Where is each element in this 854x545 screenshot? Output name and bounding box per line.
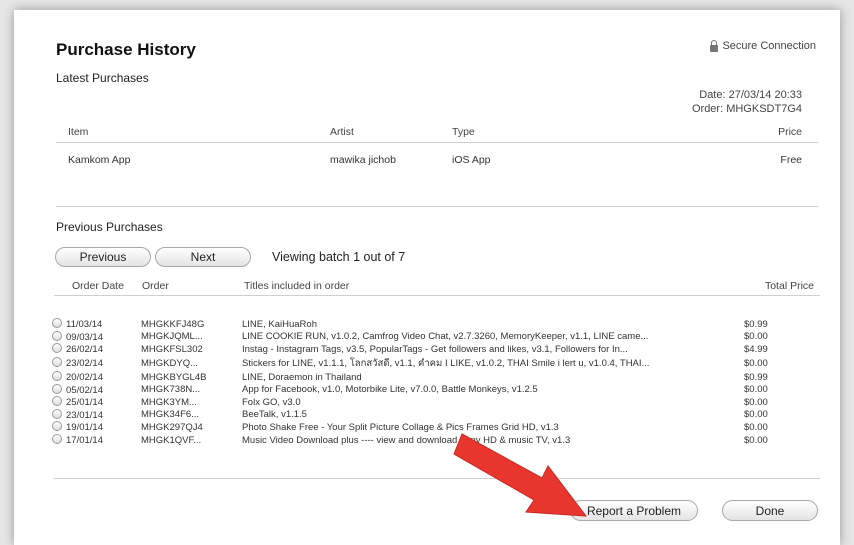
column-artist: Artist — [330, 126, 354, 138]
radio-icon[interactable] — [52, 396, 62, 407]
titles-cell: Folx GO, v3.0 — [242, 396, 301, 408]
page-title: Purchase History — [56, 40, 196, 59]
column-order-date: Order Date — [72, 280, 124, 292]
titles-cell: Stickers for LINE, v1.1.1, โลกสวัสดี, v1… — [242, 357, 650, 369]
total-cell: $0.99 — [744, 371, 768, 383]
table-row[interactable]: 05/02/14 MHGK738N... App for Facebook, v… — [52, 383, 817, 396]
column-titles: Titles included in order — [244, 280, 350, 292]
titles-cell: LINE COOKIE RUN, v1.0.2, Camfrog Video C… — [242, 331, 649, 343]
table-row[interactable]: 23/02/14 MHGKDYQ... Stickers for LINE, v… — [52, 356, 817, 371]
section-divider — [56, 206, 818, 207]
order-date-cell: 23/01/14 — [52, 408, 141, 422]
order-cell: MHGKBYGL4B — [141, 371, 207, 383]
order-cell: MHGKDYQ... — [141, 357, 199, 369]
radio-icon[interactable] — [52, 408, 62, 419]
total-cell: $0.00 — [744, 384, 768, 396]
order-date-cell: 09/03/14 — [52, 330, 141, 344]
total-cell: $0.00 — [744, 409, 768, 421]
arrow-shape — [453, 433, 588, 517]
order-date-cell: 26/02/14 — [52, 343, 141, 356]
done-button[interactable]: Done — [722, 500, 818, 521]
order-date-cell: 11/03/14 — [52, 318, 141, 331]
order-cell: MHGK1QVF... — [141, 434, 202, 446]
latest-artist: mawika jichob — [330, 154, 396, 166]
column-order: Order — [142, 280, 169, 292]
order-cell: MHGK297QJ4 — [141, 421, 203, 433]
order-number: Order: MHGKSDT7G4 — [691, 103, 802, 115]
titles-cell: LINE, Doraemon in Thailand — [242, 371, 362, 383]
purchase-history-window: Purchase History Secure Connection Lates… — [14, 10, 840, 545]
titles-cell: Instag - Instagram Tags, v3.5, PopularTa… — [242, 343, 628, 355]
order-date-cell: 25/01/14 — [52, 396, 141, 409]
total-cell: $0.99 — [744, 318, 768, 330]
order-cell: MHGK34F6... — [141, 409, 200, 421]
titles-cell: BeeTalk, v1.1.5 — [242, 409, 307, 421]
red-arrow-annotation — [453, 433, 588, 517]
radio-icon[interactable] — [52, 343, 62, 354]
column-total-price: Total Price — [764, 280, 814, 292]
order-date-cell: 05/02/14 — [52, 383, 141, 396]
latest-type: iOS App — [452, 154, 491, 166]
column-price: Price — [778, 126, 802, 138]
divider — [54, 478, 820, 479]
table-row[interactable]: 20/02/14 MHGKBYGL4B LINE, Doraemon in Th… — [52, 371, 817, 384]
column-item: Item — [68, 126, 89, 138]
radio-icon[interactable] — [52, 383, 62, 394]
divider — [56, 142, 818, 143]
previous-purchases-heading: Previous Purchases — [56, 220, 163, 234]
radio-icon[interactable] — [52, 357, 62, 368]
table-row[interactable]: 17/01/14 MHGK1QVF... Music Video Downloa… — [52, 434, 817, 447]
total-cell: $0.00 — [744, 434, 768, 446]
order-meta: Date: 27/03/14 20:33 Order: MHGKSDT7G4 — [692, 88, 802, 116]
radio-icon[interactable] — [52, 330, 62, 341]
radio-icon[interactable] — [52, 434, 62, 445]
table-row[interactable]: 11/03/14 MHGKKFJ48G LINE, KaiHuaRoh $0.9… — [52, 318, 817, 331]
table-row[interactable]: 25/01/14 MHGK3YM... Folx GO, v3.0 $0.00 — [52, 396, 817, 409]
titles-cell: LINE, KaiHuaRoh — [242, 318, 317, 330]
order-cell: MHGK3YM... — [141, 396, 197, 408]
column-type: Type — [452, 126, 475, 138]
order-date-cell: 23/02/14 — [52, 356, 141, 371]
total-cell: $4.99 — [744, 343, 768, 355]
total-cell: $0.00 — [744, 331, 768, 343]
table-row[interactable]: 23/01/14 MHGK34F6... BeeTalk, v1.1.5 $0.… — [52, 408, 817, 422]
order-date: Date: 27/03/14 20:33 — [699, 89, 802, 101]
total-cell: $0.00 — [744, 421, 768, 433]
table-row[interactable]: 19/01/14 MHGK297QJ4 Photo Shake Free - Y… — [52, 421, 817, 434]
lock-icon — [710, 39, 719, 52]
order-cell: MHGKKFJ48G — [141, 318, 205, 330]
previous-purchases-table: 11/03/14 MHGKKFJ48G LINE, KaiHuaRoh $0.9… — [52, 318, 817, 446]
latest-price: Free — [780, 154, 802, 166]
total-cell: $0.00 — [744, 357, 768, 369]
radio-icon[interactable] — [52, 371, 62, 382]
order-date-cell: 17/01/14 — [52, 434, 141, 447]
next-button[interactable]: Next — [155, 247, 251, 267]
order-cell: MHGKFSL302 — [141, 343, 203, 355]
table-row[interactable]: 09/03/14 MHGKJQML... LINE COOKIE RUN, v1… — [52, 330, 817, 344]
radio-icon[interactable] — [52, 421, 62, 432]
order-date-cell: 20/02/14 — [52, 371, 141, 384]
previous-button[interactable]: Previous — [55, 247, 151, 267]
order-date-cell: 19/01/14 — [52, 421, 141, 434]
latest-item: Kamkom App — [68, 154, 131, 166]
order-cell: MHGKJQML... — [141, 331, 203, 343]
secure-connection-text: Secure Connection — [722, 40, 816, 52]
divider — [54, 295, 820, 296]
total-cell: $0.00 — [744, 396, 768, 408]
secure-connection-label: Secure Connection — [710, 39, 816, 52]
radio-icon[interactable] — [52, 318, 62, 329]
table-row[interactable]: 26/02/14 MHGKFSL302 Instag - Instagram T… — [52, 343, 817, 356]
latest-purchases-heading: Latest Purchases — [56, 71, 149, 85]
order-cell: MHGK738N... — [141, 384, 201, 396]
batch-indicator: Viewing batch 1 out of 7 — [272, 250, 406, 264]
titles-cell: App for Facebook, v1.0, Motorbike Lite, … — [242, 384, 538, 396]
